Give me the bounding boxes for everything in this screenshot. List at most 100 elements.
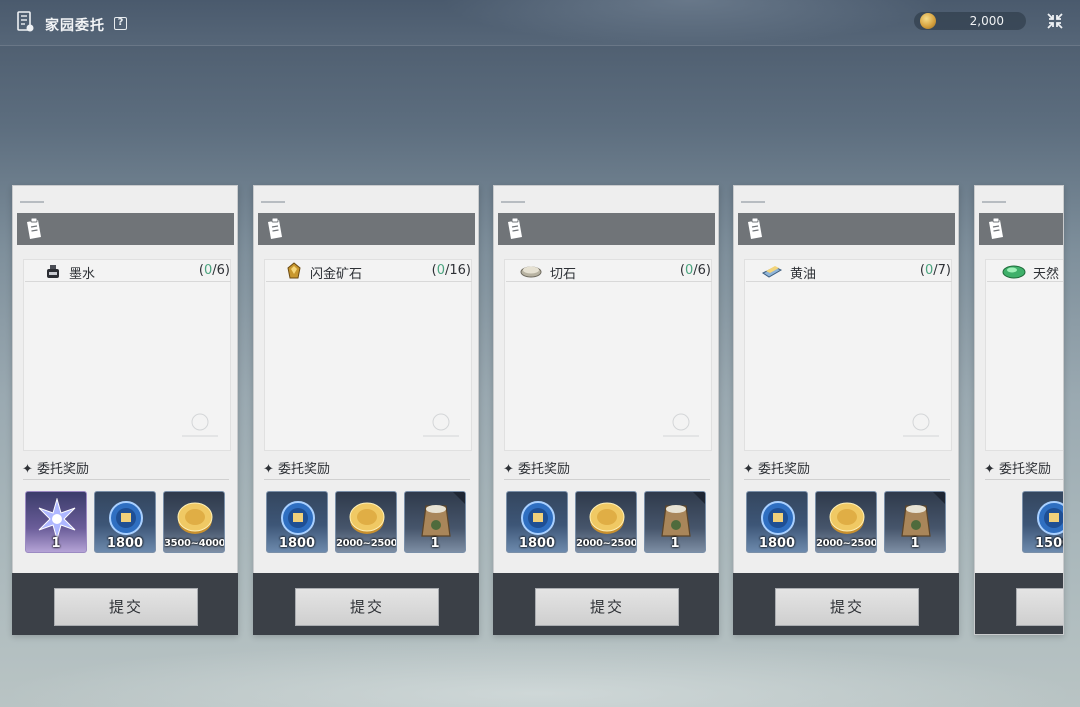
divider [264, 479, 470, 480]
divider [23, 479, 229, 480]
reward-slot[interactable]: 1 [404, 491, 466, 553]
green-gem-icon [1002, 265, 1026, 279]
commission-card: 墨水 (0/6) ✦ 委托奖励 1 1800 3500~4000 提交 [12, 185, 238, 635]
item-need: /6 [693, 263, 706, 278]
submit-button[interactable]: 提交 [535, 588, 679, 626]
reward-title: ✦ 委托奖励 [22, 462, 90, 477]
reward-slot[interactable]: 2000~2500 [815, 491, 877, 553]
item-have: 0 [436, 263, 445, 278]
reward-slot[interactable]: 2000~2500 [575, 491, 637, 553]
divider [985, 479, 1063, 480]
reward-slot[interactable]: 2000~2500 [335, 491, 397, 553]
submit-button[interactable]: 提交 [775, 588, 919, 626]
reward-quantity: 2000~2500 [336, 538, 397, 549]
blue-medal-icon [761, 501, 795, 535]
blue-medal-icon [1037, 501, 1063, 535]
card-footer: 提交 [12, 573, 238, 635]
card-footer: 提交 [253, 573, 479, 635]
gold-coin-icon [177, 502, 213, 534]
commission-card: 切石 (0/6) ✦ 委托奖励 1800 2000~2500 1 提交 [493, 185, 719, 635]
submit-button[interactable]: 提交 [295, 588, 439, 626]
material-sack-icon [661, 505, 691, 537]
clipboard-icon [508, 217, 522, 239]
card-header [17, 213, 234, 245]
reward-slot[interactable]: 1800 [746, 491, 808, 553]
butter-icon [762, 266, 783, 278]
reward-slot[interactable]: 1 [884, 491, 946, 553]
card-body [264, 259, 472, 451]
clipboard-icon [748, 217, 762, 239]
gold-coin-icon [349, 502, 385, 534]
card-body [744, 259, 952, 451]
card-body [985, 259, 1063, 451]
blue-medal-icon [281, 501, 315, 535]
item-name: 切石 [550, 267, 577, 282]
required-item-row: 墨水 (0/6) [25, 260, 231, 282]
divider [744, 479, 950, 480]
item-count: (0/16) [431, 263, 471, 278]
reward-quantity: 1800 [758, 536, 796, 551]
reward-slot[interactable]: 1 [644, 491, 706, 553]
collapse-arrows-icon[interactable] [1046, 12, 1064, 30]
gold-coin-icon [829, 502, 865, 534]
card-body [504, 259, 712, 451]
reward-quantity: 1500 [1035, 536, 1063, 551]
material-sack-icon [421, 505, 451, 537]
reward-quantity: 1 [51, 536, 61, 551]
reward-slot[interactable]: 3500~4000 [163, 491, 225, 553]
commission-card: 黄油 (0/7) ✦ 委托奖励 1800 2000~2500 1 提交 [733, 185, 959, 635]
watermark-stamp [423, 413, 459, 437]
clipboard-icon [989, 217, 1003, 239]
reward-slot[interactable]: 1500 [1022, 491, 1063, 553]
reward-quantity: 1 [910, 536, 920, 551]
item-name: 黄油 [790, 267, 817, 282]
required-item-row: 切石 (0/6) [506, 260, 712, 282]
item-count: (0/6) [198, 263, 230, 278]
currency-value: 2,000 [969, 14, 1004, 28]
submit-button[interactable] [1016, 588, 1063, 626]
material-sack-icon [901, 505, 931, 537]
required-item-row: 闪金矿石 (0/16) [266, 260, 472, 282]
top-decoration [440, 0, 940, 46]
item-count: (0/6) [679, 263, 711, 278]
watermark-stamp [663, 413, 699, 437]
submit-button[interactable]: 提交 [54, 588, 198, 626]
star-crystal-icon [38, 498, 76, 540]
item-name: 闪金矿石 [310, 267, 363, 282]
reward-slot[interactable]: 1 [25, 491, 87, 553]
clipboard-icon [27, 217, 41, 239]
card-footer [975, 573, 1063, 634]
commission-card: 天然 ✦ 委托奖励 1500 [974, 185, 1064, 635]
item-need: /16 [445, 263, 466, 278]
gold-ore-icon [287, 262, 301, 279]
item-count: (0/7) [919, 263, 951, 278]
reward-slot[interactable]: 1800 [506, 491, 568, 553]
watermark-stamp [182, 413, 218, 437]
reward-slot[interactable]: 1800 [94, 491, 156, 553]
reward-quantity: 1800 [106, 536, 144, 551]
card-body [23, 259, 231, 451]
card-header [498, 213, 715, 245]
blue-medal-icon [109, 501, 143, 535]
card-footer: 提交 [733, 573, 959, 635]
reward-slot[interactable]: 1800 [266, 491, 328, 553]
item-need: /7 [933, 263, 946, 278]
clipboard-icon [268, 217, 282, 239]
top-bar: 家园委托 ? 2,000 [0, 0, 1080, 46]
reward-title: ✦ 委托奖励 [984, 462, 1052, 477]
question-mark-icon[interactable]: ? [114, 17, 127, 30]
currency-display: 2,000 [914, 12, 1026, 30]
card-header [738, 213, 955, 245]
cut-stone-icon [520, 266, 542, 278]
required-item-row: 黄油 (0/7) [746, 260, 952, 282]
required-item-row: 天然 [987, 260, 1063, 282]
ink-bottle-icon [47, 265, 59, 278]
home-ledger-icon [17, 11, 34, 32]
reward-title: ✦ 委托奖励 [503, 462, 571, 477]
gold-coin-icon [920, 13, 936, 29]
reward-quantity: 3500~4000 [164, 538, 225, 549]
reward-quantity: 1 [670, 536, 680, 551]
card-header [979, 213, 1063, 245]
divider [504, 479, 710, 480]
card-footer: 提交 [493, 573, 719, 635]
